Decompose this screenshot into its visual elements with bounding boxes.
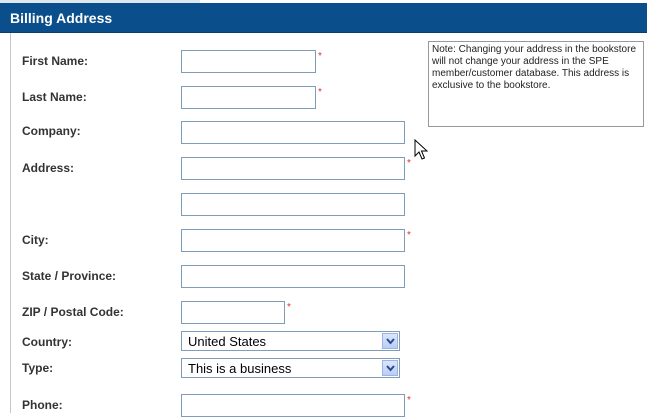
type-label: Type: — [22, 361, 54, 375]
last-name-input[interactable] — [181, 86, 316, 109]
last-name-required-marker: * — [318, 87, 322, 98]
section-header: Billing Address — [0, 3, 647, 33]
zip-input[interactable] — [181, 301, 285, 324]
state-province-input[interactable] — [181, 265, 405, 288]
country-select[interactable]: United States — [181, 331, 400, 351]
zip-label: ZIP / Postal Code: — [22, 305, 124, 319]
company-input[interactable] — [181, 121, 405, 144]
country-selected-value: United States — [188, 334, 267, 349]
phone-label: Phone: — [22, 398, 63, 412]
state-province-label: State / Province: — [22, 269, 117, 283]
city-required-marker: * — [407, 230, 411, 241]
company-label: Company: — [22, 124, 81, 138]
phone-required-marker: * — [407, 395, 411, 406]
first-name-input[interactable] — [181, 50, 316, 73]
type-select[interactable]: This is a business — [181, 358, 400, 378]
address-label: Address: — [22, 161, 75, 175]
address-line1-input[interactable] — [181, 157, 405, 180]
chevron-down-icon[interactable] — [382, 360, 398, 376]
type-selected-value: This is a business — [188, 361, 292, 376]
address-note: Note: Changing your address in the books… — [428, 41, 644, 127]
address-required-marker: * — [407, 158, 411, 169]
zip-required-marker: * — [287, 302, 291, 313]
address-line2-input[interactable] — [181, 193, 405, 216]
city-label: City: — [22, 233, 49, 247]
first-name-required-marker: * — [318, 51, 322, 62]
mouse-pointer-icon — [414, 138, 429, 164]
chevron-down-icon[interactable] — [382, 333, 398, 349]
city-input[interactable] — [181, 229, 405, 252]
last-name-label: Last Name: — [22, 90, 87, 104]
phone-input[interactable] — [181, 394, 405, 417]
first-name-label: First Name: — [22, 54, 89, 68]
country-label: Country: — [22, 335, 72, 349]
section-title: Billing Address — [10, 10, 113, 26]
